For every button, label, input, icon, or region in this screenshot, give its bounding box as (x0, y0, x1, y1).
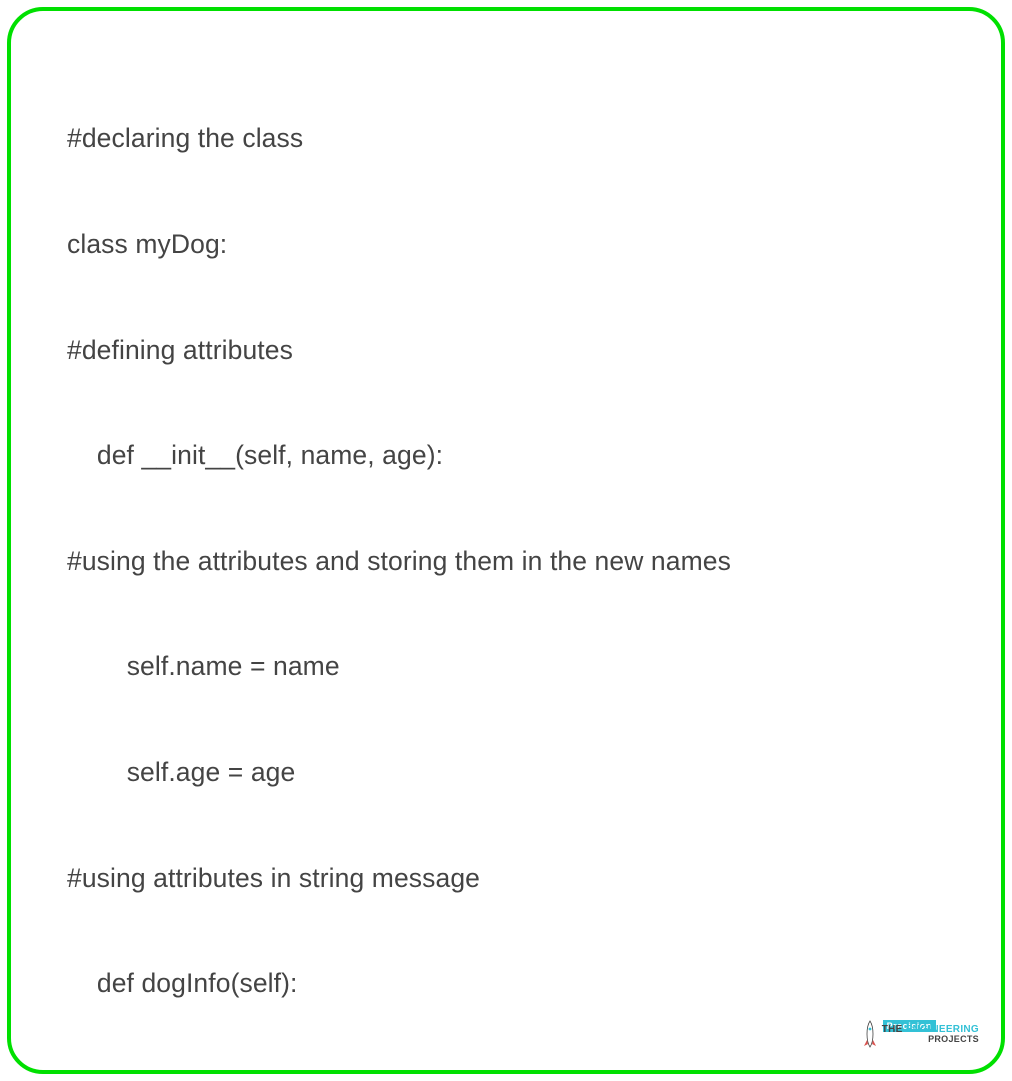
logo-prefix: THE (882, 1024, 906, 1035)
code-line: self.name = name (67, 649, 945, 684)
code-line: def __init__(self, name, age): (67, 438, 945, 473)
logo-accent: ENGINEERING (906, 1024, 979, 1035)
code-line: def dogInfo(self): (67, 966, 945, 1001)
logo-line-2: PROJECTS (928, 1035, 979, 1044)
code-line: self.age = age (67, 755, 945, 790)
code-line: print(self.name + " is " + str(self.age)… (67, 1072, 945, 1074)
code-line: #defining attributes (67, 333, 945, 368)
code-block: #declaring the class class myDog: #defin… (67, 51, 945, 1074)
code-line: class myDog: (67, 227, 945, 262)
code-line: #declaring the class (67, 121, 945, 156)
logo-text: THE ENGINEERING PROJECTS (882, 1025, 979, 1044)
code-line: #using the attributes and storing them i… (67, 544, 945, 579)
watermark-logo: Precision THE ENGINEERING PROJECTS (883, 1020, 979, 1048)
logo-line-1: THE ENGINEERING (882, 1025, 979, 1035)
code-card: #declaring the class class myDog: #defin… (7, 7, 1005, 1074)
rocket-icon (862, 1020, 878, 1048)
code-line: #using attributes in string message (67, 861, 945, 896)
page-frame: #declaring the class class myDog: #defin… (0, 0, 1012, 1081)
